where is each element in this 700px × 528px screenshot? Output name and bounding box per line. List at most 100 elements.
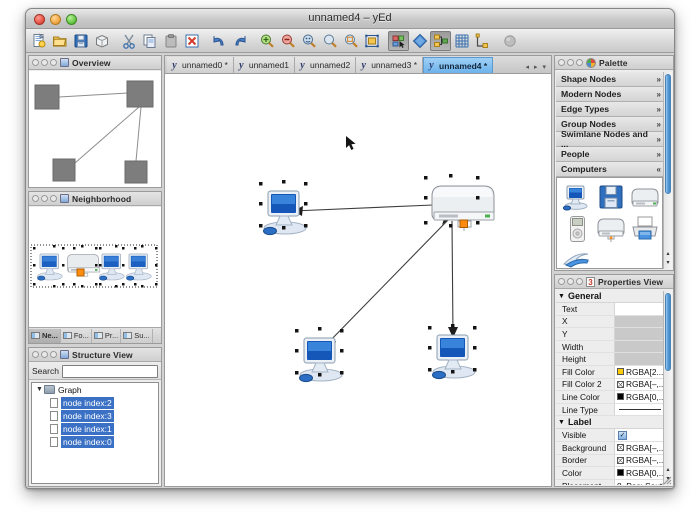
palette-item-workstation[interactable] (560, 181, 594, 213)
property-value-cell[interactable]: RGBA[0,... (615, 391, 663, 403)
expand-triangle-icon[interactable]: ▼ (558, 293, 568, 300)
palette-section-edge-types[interactable]: Edge Types » (556, 102, 663, 117)
tree-item[interactable]: node index:0 (32, 435, 158, 448)
panel-float-dot[interactable] (50, 195, 57, 202)
zoom-out-button[interactable] (277, 31, 298, 51)
panel-minimize-dot[interactable] (567, 59, 574, 66)
document-tab-unnamed3[interactable]: y unnamed3 * (356, 57, 424, 73)
chevron-down-icon[interactable]: » (657, 90, 662, 99)
grid-button[interactable] (451, 31, 472, 51)
edge-mode-button[interactable] (409, 31, 430, 51)
palette-item-grid[interactable] (556, 177, 663, 269)
hierarchy-mode-button[interactable] (430, 30, 451, 51)
visible-checkbox[interactable]: ✓ (618, 430, 627, 440)
panel-minimize-dot[interactable] (567, 278, 574, 285)
scroll-up-arrow-icon[interactable]: ▴ (664, 466, 672, 475)
properties-group-general[interactable]: ▼ General (556, 290, 663, 303)
property-value-cell[interactable]: RGBA[–,... (615, 378, 663, 391)
properties-table[interactable]: ▼ General Text X Y Width Height Fill Col… (556, 290, 663, 485)
palette-section-swimlane-nodes[interactable]: Swimlane Nodes and ... » (556, 129, 663, 149)
panel-float-dot[interactable] (50, 351, 57, 358)
copy-button[interactable] (139, 31, 160, 51)
properties-scrollbar[interactable]: ▴ ▾ (663, 291, 672, 485)
property-value-cell[interactable]: ✓ (615, 429, 663, 441)
scroll-up-arrow-icon[interactable]: ▴ (664, 250, 672, 259)
undo-button[interactable] (208, 31, 229, 51)
search-input[interactable] (61, 364, 158, 378)
property-value[interactable] (615, 303, 663, 315)
fit-page-button[interactable] (361, 31, 382, 51)
panel-close-dot[interactable] (558, 59, 565, 66)
scroll-down-arrow-icon[interactable]: ▾ (664, 259, 672, 268)
tree-root-row[interactable]: ▼ Graph (32, 383, 158, 396)
panel-minimize-dot[interactable] (41, 59, 48, 66)
property-row-placement[interactable]: Placement 8–Pos: South (556, 479, 663, 485)
neighborhood-view[interactable] (29, 207, 161, 343)
property-value[interactable]: 8–Pos: South (615, 479, 663, 485)
select-mode-button[interactable] (388, 30, 409, 51)
tree-item[interactable]: node index:1 (32, 422, 158, 435)
tab-menu-button[interactable]: ▾ (542, 63, 546, 71)
tab-predecessors[interactable]: Pr... (92, 328, 122, 343)
property-value-cell[interactable]: RGBA[2... (615, 365, 663, 378)
panel-close-dot[interactable] (32, 351, 39, 358)
structure-tree[interactable]: ▼ Graph node index:2 node index:3 node i… (31, 382, 159, 484)
palette-section-computers[interactable]: Computers « (556, 162, 663, 177)
property-row-visible[interactable]: Visible ✓ (556, 429, 663, 442)
property-row-background[interactable]: Background RGBA[–,... (556, 441, 663, 455)
tab-folder-contents[interactable]: Fo... (61, 328, 92, 343)
panel-close-dot[interactable] (558, 278, 565, 285)
panel-float-dot[interactable] (576, 278, 583, 285)
zoom-original-button[interactable] (298, 31, 319, 51)
property-row-border[interactable]: Border RGBA[–,... (556, 454, 663, 468)
palette-section-people[interactable]: People » (556, 147, 663, 162)
property-row-fill-color[interactable]: Fill Color RGBA[2... (556, 365, 663, 379)
tree-item[interactable]: node index:2 (32, 396, 158, 409)
property-value-cell[interactable]: RGBA[–,... (615, 454, 663, 467)
panel-close-dot[interactable] (32, 59, 39, 66)
print-preview-button[interactable] (91, 31, 112, 51)
document-tab-unnamed0[interactable]: y unnamed0 * (167, 57, 234, 73)
property-value-cell[interactable]: RGBA[0,... (615, 467, 663, 479)
open-button[interactable] (49, 31, 70, 51)
chevron-down-icon[interactable]: » (657, 105, 662, 114)
properties-scrollbar-thumb[interactable] (665, 293, 671, 371)
tab-next-button[interactable]: ▸ (534, 63, 538, 71)
property-row-color[interactable]: Color RGBA[0,... (556, 467, 663, 480)
tab-successors[interactable]: Su... (121, 328, 153, 343)
properties-group-label[interactable]: ▼ Label (556, 416, 663, 430)
chevron-down-icon[interactable]: » (657, 75, 662, 84)
palette-section-shape-nodes[interactable]: Shape Nodes » (556, 72, 663, 87)
fit-content-button[interactable] (319, 31, 340, 51)
palette-scrollbar[interactable]: ▴ ▾ (663, 72, 672, 269)
delete-button[interactable] (181, 31, 202, 51)
property-value-cell[interactable] (615, 403, 663, 416)
zoom-area-button[interactable] (340, 31, 361, 51)
resize-grip-icon[interactable] (662, 475, 672, 485)
property-value-cell[interactable]: RGBA[–,... (615, 441, 663, 454)
property-row-line-color[interactable]: Line Color RGBA[0,... (556, 391, 663, 404)
chevron-up-icon[interactable]: « (657, 165, 662, 174)
palette-item-scanner[interactable] (560, 245, 594, 268)
panel-float-dot[interactable] (50, 59, 57, 66)
document-tab-unnamed4[interactable]: y unnamed4 * (423, 57, 494, 73)
group-button[interactable] (472, 31, 493, 51)
cut-button[interactable] (118, 31, 139, 51)
palette-item-media-player[interactable] (560, 213, 594, 245)
panel-close-dot[interactable] (32, 195, 39, 202)
document-tab-unnamed2[interactable]: y unnamed2 (295, 57, 357, 73)
property-row-fill-color-2[interactable]: Fill Color 2 RGBA[–,... (556, 378, 663, 392)
palette-item-drive[interactable] (628, 181, 662, 213)
palette-section-modern-nodes[interactable]: Modern Nodes » (556, 87, 663, 102)
panel-float-dot[interactable] (576, 59, 583, 66)
new-document-button[interactable] (28, 31, 49, 51)
property-row-text[interactable]: Text (556, 303, 663, 316)
palette-scrollbar-thumb[interactable] (665, 74, 671, 194)
tab-prev-button[interactable]: ◂ (525, 63, 529, 71)
palette-item-server[interactable] (594, 213, 628, 245)
tree-item[interactable]: node index:3 (32, 409, 158, 422)
document-tab-unnamed1[interactable]: y unnamed1 (233, 57, 296, 73)
panel-minimize-dot[interactable] (41, 351, 48, 358)
zoom-in-button[interactable] (256, 31, 277, 51)
property-row-line-type[interactable]: Line Type (556, 403, 663, 417)
